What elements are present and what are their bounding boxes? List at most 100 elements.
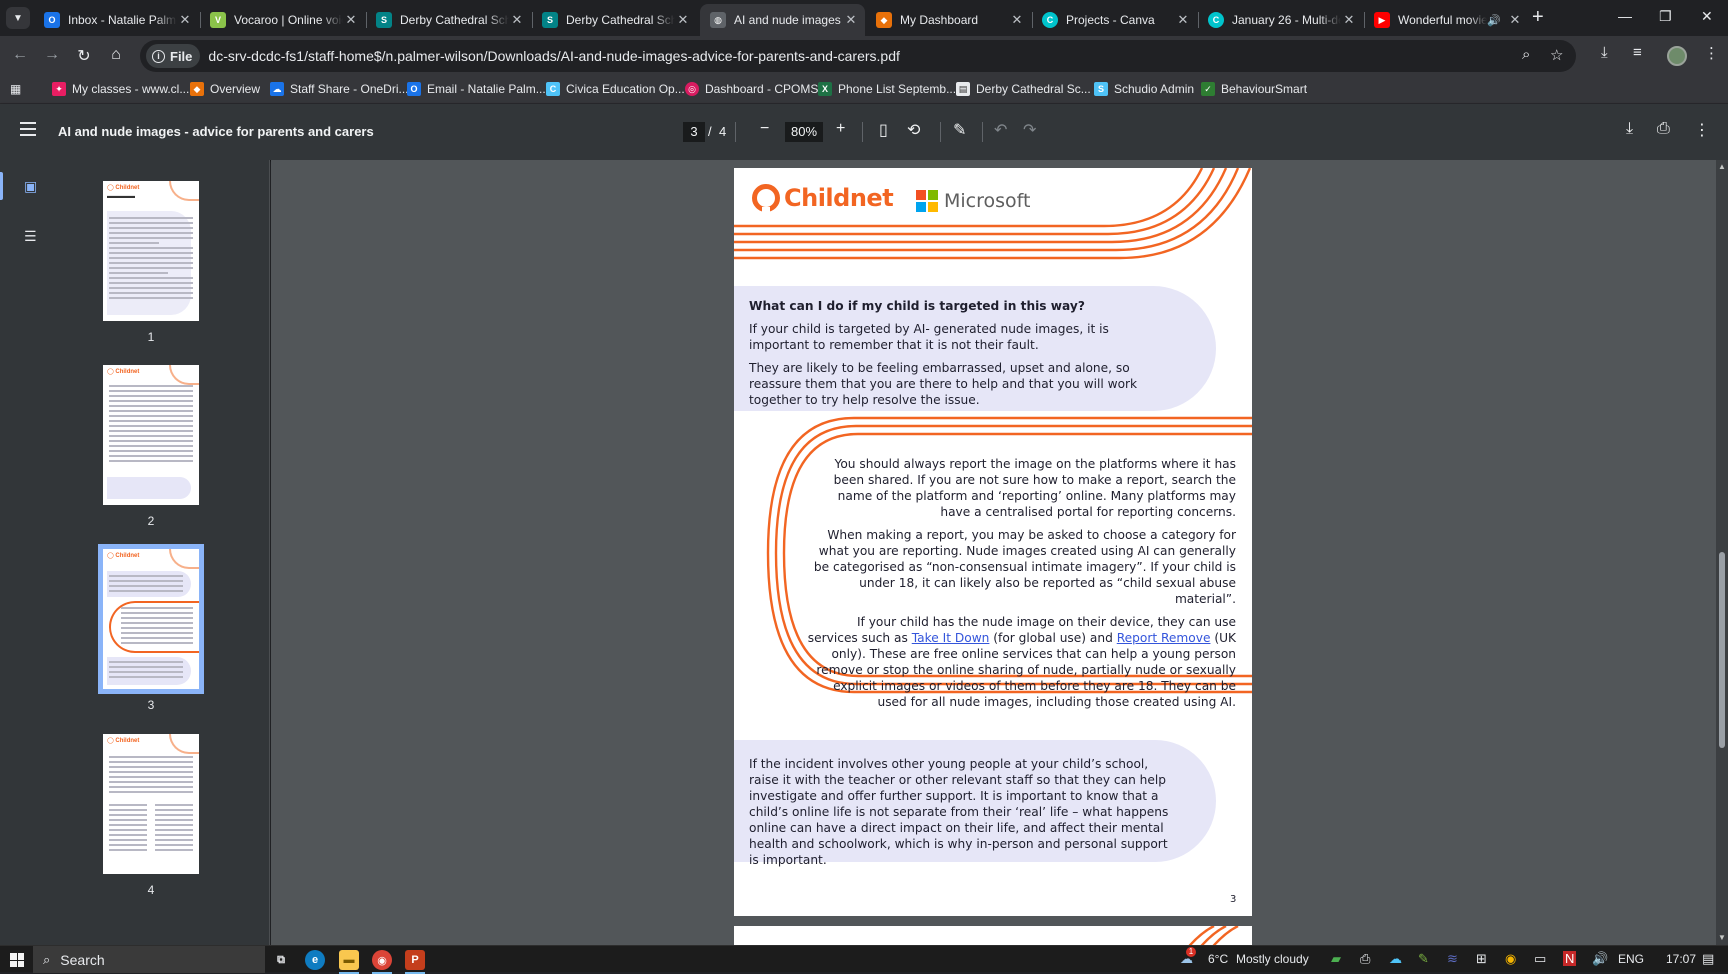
onenote-icon[interactable]: N	[1563, 951, 1577, 966]
redo-icon[interactable]: ↷	[1023, 120, 1036, 140]
address-bar[interactable]: i File dc-srv-dcdc-fs1/staff-home$/n.pal…	[140, 40, 1576, 72]
onedrive-icon: ☁	[270, 82, 284, 96]
scroll-up-icon[interactable]: ▲	[1718, 162, 1726, 171]
download-icon[interactable]: ⤓	[1601, 44, 1608, 61]
page-number-input[interactable]: 3	[683, 122, 705, 142]
reload-icon[interactable]: ↻	[74, 46, 94, 66]
printer-icon[interactable]: ⎙	[1360, 951, 1370, 967]
more-menu-icon[interactable]: ⋮	[1704, 44, 1719, 62]
url-text[interactable]: dc-srv-dcdc-fs1/staff-home$/n.palmer-wil…	[208, 48, 899, 64]
zoom-in-icon[interactable]: +	[836, 120, 845, 138]
windows-start-icon[interactable]	[10, 953, 24, 967]
network-share-icon[interactable]: ⊞	[1476, 951, 1487, 967]
site-info-chip[interactable]: i File	[146, 44, 201, 68]
speaker-icon[interactable]: 🔊	[1487, 14, 1501, 27]
undo-icon[interactable]: ↶	[994, 120, 1007, 140]
avatar[interactable]	[1667, 46, 1687, 66]
teams-chat-icon[interactable]: ▰	[1331, 951, 1341, 967]
tab-search-button[interactable]: ▼	[6, 7, 30, 29]
bookmark-schudio[interactable]: S Schudio Admin	[1094, 82, 1194, 96]
tab-ai-nude-images[interactable]: ◍ AI and nude images ✕	[700, 4, 865, 36]
tab-canva-january[interactable]: C January 26 - Multi-de ✕	[1198, 4, 1363, 36]
page-thumbnail-4[interactable]: ◯ Childnet	[103, 734, 199, 874]
taskbar-search[interactable]: ⌕ Search	[33, 946, 265, 973]
scroll-down-icon[interactable]: ▼	[1718, 933, 1726, 942]
tray-app-icon[interactable]: ◉	[1505, 951, 1516, 967]
edge-icon[interactable]: e	[305, 950, 325, 970]
powerpoint-icon[interactable]: P	[405, 950, 425, 974]
scrollbar-thumb[interactable]	[1719, 552, 1725, 748]
menu-icon[interactable]	[20, 122, 36, 136]
bookmark-civica[interactable]: C Civica Education Op...	[546, 82, 685, 96]
close-tab-icon[interactable]: ✕	[1507, 12, 1523, 28]
more-actions-icon[interactable]: ⋮	[1694, 120, 1710, 140]
tab-youtube[interactable]: ▶ Wonderful movie 🔊 ✕	[1364, 4, 1529, 36]
tab-my-dashboard[interactable]: ◆ My Dashboard ✕	[866, 4, 1031, 36]
close-tab-icon[interactable]: ✕	[675, 12, 691, 28]
close-tab-icon[interactable]: ✕	[843, 12, 859, 28]
outline-tab[interactable]: ☰	[0, 218, 64, 254]
app-tray-icon[interactable]: ≋	[1447, 951, 1458, 967]
weather-temp[interactable]: 6°C	[1208, 952, 1228, 966]
print-icon[interactable]: ⎙	[1657, 120, 1670, 138]
notifications-icon[interactable]: ▤	[1702, 951, 1714, 967]
close-tab-icon[interactable]: ✕	[343, 12, 359, 28]
display-icon[interactable]: ▭	[1534, 951, 1546, 967]
take-it-down-link[interactable]: Take It Down	[912, 631, 990, 645]
close-tab-icon[interactable]: ✕	[177, 12, 193, 28]
close-tab-icon[interactable]: ✕	[1009, 12, 1025, 28]
language-indicator[interactable]: ENG	[1618, 952, 1644, 966]
onedrive-icon[interactable]: ☁	[1389, 951, 1402, 967]
forward-icon[interactable]: →	[42, 46, 62, 64]
pen-tool-icon[interactable]: ✎	[1418, 951, 1429, 967]
fit-page-icon[interactable]: ▯	[879, 120, 888, 140]
restore-icon[interactable]: ❐	[1659, 8, 1672, 25]
thumbnails-tab[interactable]: ▣	[0, 168, 64, 204]
file-explorer-icon[interactable]: ▬	[339, 950, 359, 974]
bookmark-overview[interactable]: ◆ Overview	[190, 82, 260, 96]
clock[interactable]: 17:07	[1666, 952, 1696, 966]
download-pdf-icon[interactable]: ⤓	[1626, 120, 1633, 138]
weather-desc[interactable]: Mostly cloudy	[1236, 952, 1309, 966]
search-icon: ⌕	[43, 951, 51, 967]
page-thumbnail-3[interactable]: ◯ Childnet	[98, 544, 204, 694]
close-window-icon[interactable]: ✕	[1701, 8, 1713, 25]
childnet-wordmark: Childnet	[784, 184, 894, 212]
bookmark-cpoms[interactable]: ◎ Dashboard - CPOMS	[685, 82, 818, 96]
zoom-level-input[interactable]: 80%	[785, 122, 823, 142]
home-icon[interactable]: ⌂	[106, 46, 126, 64]
vertical-scrollbar[interactable]: ▲ ▼	[1716, 160, 1728, 945]
page-thumbnail-2[interactable]: ◯ Childnet	[103, 365, 199, 505]
tab-vocaroo[interactable]: V Vocaroo | Online voic ✕	[200, 4, 365, 36]
zoom-icon[interactable]: ⌕	[1522, 46, 1530, 63]
volume-icon[interactable]: 🔊	[1592, 951, 1608, 967]
page-thumbnail-1[interactable]: ◯ Childnet ▬▬▬▬	[103, 181, 199, 321]
bookmark-email[interactable]: O Email - Natalie Palm...	[407, 82, 546, 96]
bookmark-star-icon[interactable]: ☆	[1550, 46, 1563, 64]
tab-canva-projects[interactable]: C Projects - Canva ✕	[1032, 4, 1197, 36]
report-remove-link[interactable]: Report Remove	[1117, 631, 1211, 645]
back-icon[interactable]: ←	[10, 46, 30, 64]
bookmark-behavioursmart[interactable]: ✓ BehaviourSmart	[1201, 82, 1307, 96]
pdf-viewport[interactable]: Childnet Microsoft What can I do if my c…	[271, 160, 1716, 945]
close-tab-icon[interactable]: ✕	[1175, 12, 1191, 28]
paragraph-text: (for global use) and	[989, 631, 1117, 645]
bookmark-phone-list[interactable]: X Phone List Septemb...	[818, 82, 956, 96]
minimize-icon[interactable]: —	[1618, 8, 1632, 24]
apps-icon[interactable]: ▦	[10, 82, 21, 96]
task-view-icon[interactable]: ⧉	[271, 950, 291, 970]
bookmark-derby-cathedral[interactable]: ▤ Derby Cathedral Sc...	[956, 82, 1091, 96]
new-tab-button[interactable]: +	[1532, 7, 1544, 27]
bookmark-my-classes[interactable]: ✦ My classes - www.cl...	[52, 82, 189, 96]
annotate-icon[interactable]: ✎	[953, 120, 966, 140]
media-control-icon[interactable]: ≡	[1633, 44, 1642, 61]
tab-inbox[interactable]: O Inbox - Natalie Palme ✕	[34, 4, 199, 36]
bookmark-staff-share[interactable]: ☁ Staff Share - OneDri...	[270, 82, 409, 96]
tab-derby-1[interactable]: S Derby Cathedral Scho ✕	[366, 4, 531, 36]
chrome-icon[interactable]: ◉	[372, 950, 392, 974]
close-tab-icon[interactable]: ✕	[509, 12, 525, 28]
rotate-icon[interactable]: ⟲	[907, 120, 920, 140]
close-tab-icon[interactable]: ✕	[1341, 12, 1357, 28]
tab-derby-2[interactable]: S Derby Cathedral Scho ✕	[532, 4, 697, 36]
zoom-out-icon[interactable]: −	[760, 120, 769, 138]
